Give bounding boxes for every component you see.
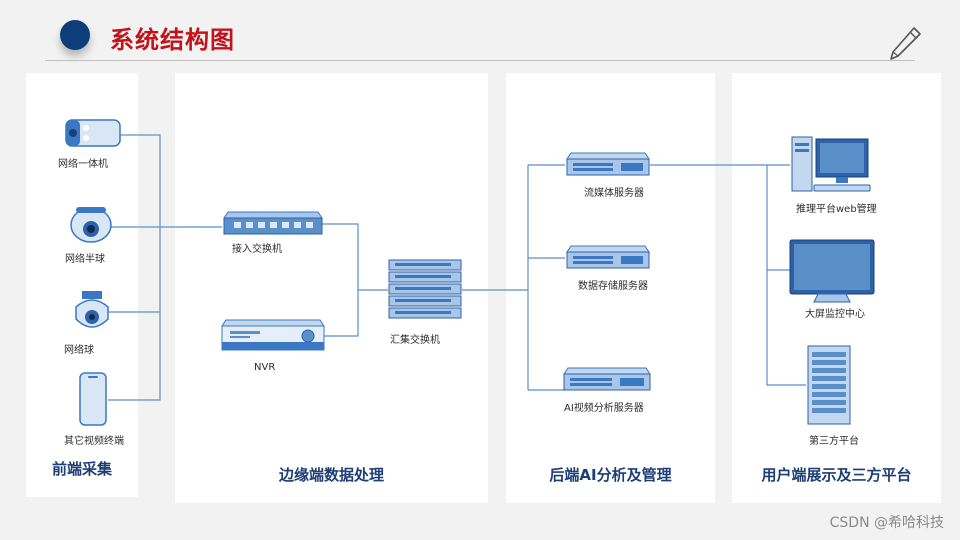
device-label: 数据存储服务器	[578, 281, 648, 292]
device-label: 流媒体服务器	[584, 188, 644, 199]
device-label: 网络球	[64, 345, 94, 356]
streaming-server-icon	[566, 152, 650, 176]
storage-server-icon	[566, 245, 650, 269]
device-label: NVR	[254, 362, 276, 373]
device-label: 网络半球	[65, 254, 105, 265]
device-label: 其它视频终端	[64, 436, 124, 447]
dome-camera-icon	[70, 207, 112, 243]
device-label: 第三方平台	[809, 436, 859, 447]
device-label: AI视频分析服务器	[564, 403, 644, 414]
monitor-screen-icon	[789, 239, 875, 303]
mobile-terminal-icon	[79, 372, 107, 426]
device-label: 汇集交换机	[390, 335, 440, 346]
speed-dome-camera-icon	[75, 291, 109, 328]
device-label: 推理平台web管理	[796, 204, 877, 215]
device-label: 接入交换机	[232, 244, 282, 255]
device-label: 网络一体机	[58, 159, 108, 170]
nvr-icon	[221, 319, 325, 351]
desktop-computer-icon	[791, 136, 871, 192]
device-label: 大屏监控中心	[805, 309, 865, 320]
access-switch-icon	[223, 211, 323, 235]
ai-server-icon	[563, 367, 651, 391]
aggregation-switch-icon	[388, 259, 462, 319]
server-tower-icon	[807, 345, 851, 425]
bullet-camera-icon	[65, 119, 121, 147]
watermark: CSDN @希哈科技	[829, 515, 944, 531]
